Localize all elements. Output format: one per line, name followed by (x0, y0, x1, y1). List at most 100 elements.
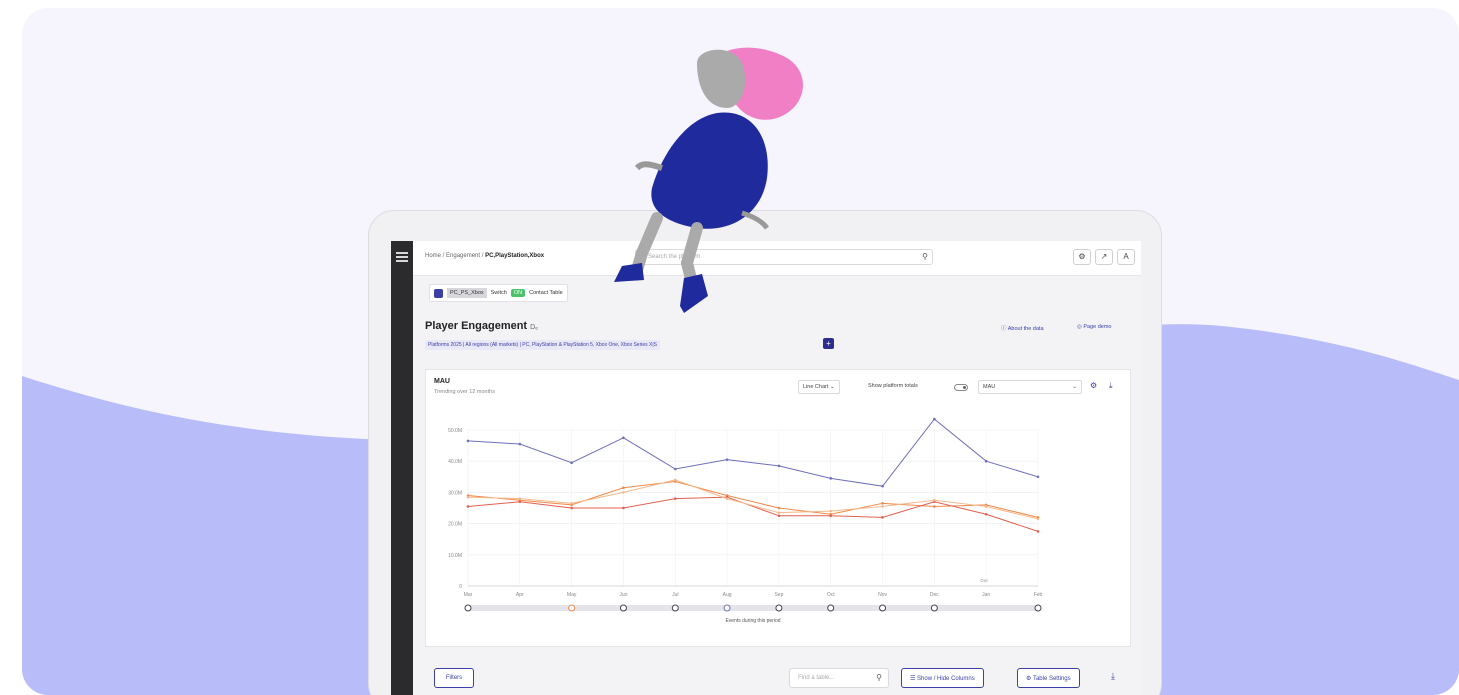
data-point (466, 505, 470, 508)
search-icon[interactable]: ⚲ (876, 673, 882, 682)
tab-name[interactable]: PC_PS_Xbox (447, 288, 487, 298)
data-point (881, 505, 884, 508)
data-point (725, 458, 729, 461)
data-point (570, 461, 573, 465)
event-marker (1034, 604, 1042, 612)
page-tabs: PC_PS_Xbox Switch ON Contact Table (429, 284, 568, 302)
add-filter-button[interactable]: + (823, 338, 834, 349)
data-point (622, 491, 625, 494)
data-point (933, 498, 936, 502)
y-tick-label: 40.0M (448, 459, 462, 465)
data-point (1036, 530, 1040, 533)
series-line (467, 479, 1039, 520)
data-point (570, 506, 573, 510)
data-point (777, 514, 781, 518)
switch-label: Switch (490, 290, 507, 296)
table-toolbar: Filters Find a table... ⚲ ☰ Show / Hide … (425, 657, 1131, 695)
event-marker (568, 604, 576, 612)
contact-table-link[interactable]: Contact Table (529, 290, 563, 296)
data-point (466, 439, 470, 443)
switch-toggle[interactable]: ON (510, 289, 526, 297)
event-marker (930, 604, 938, 612)
find-table-input[interactable]: Find a table... ⚲ (789, 668, 889, 688)
data-point (829, 477, 833, 480)
series-line (467, 480, 1039, 518)
data-point (933, 505, 936, 508)
breadcrumb-home[interactable]: Home (425, 253, 441, 259)
line-chart: 0 10.0M 20.0M 30.0M 40.0M 50.0M Mar Apr May Jun Ju… (448, 417, 1043, 624)
event-marker (671, 604, 679, 612)
event-marker (879, 604, 887, 612)
breadcrumb-current: PC,PlayStation,Xbox (485, 253, 545, 259)
x-tick-label: Feb (1034, 592, 1043, 598)
data-point (984, 512, 988, 516)
data-point (518, 442, 522, 446)
data-point (622, 486, 625, 490)
event-marker (619, 604, 627, 612)
x-tick-label: Apr (516, 592, 524, 598)
data-point (673, 497, 677, 500)
data-point (829, 514, 833, 518)
series-line (467, 418, 1039, 487)
search-icon[interactable]: ⚲ (922, 252, 928, 261)
data-point (777, 511, 781, 514)
data-point (881, 484, 884, 488)
data-point (984, 505, 988, 508)
y-tick-label: 20.0M (448, 522, 462, 528)
table-settings-label: Table Settings (1032, 676, 1071, 682)
table-settings-button[interactable]: ⚙ Table Settings (1017, 668, 1080, 688)
data-point (622, 506, 625, 510)
x-tick-label: Oct (827, 592, 835, 598)
x-tick-label: Jul (672, 592, 678, 598)
data-point (881, 516, 884, 519)
show-hide-columns-label: Show / Hide Columns (917, 676, 975, 682)
annotation-label: Dec (980, 578, 989, 583)
data-point (673, 478, 677, 482)
font-icon[interactable]: A (1117, 249, 1135, 265)
y-tick-label: 30.0M (448, 490, 462, 496)
about-data-label: About the data (1007, 326, 1044, 332)
data-point (1036, 517, 1040, 521)
data-point (1036, 475, 1040, 479)
show-hide-columns-button[interactable]: ☰ Show / Hide Columns (901, 668, 984, 688)
data-point (518, 497, 522, 500)
x-tick-label: Aug (723, 592, 732, 598)
sidebar (391, 241, 413, 695)
find-table-placeholder: Find a table... (798, 675, 835, 681)
data-point (673, 467, 677, 471)
page-demo-label: Page demo (1083, 324, 1112, 330)
filters-button[interactable]: Filters (434, 668, 474, 688)
settings-icon[interactable]: ⚙ (1073, 249, 1091, 265)
chart-card: MAU Trending over 12 months Line Chart ⌄… (425, 369, 1131, 647)
page-title: Player Engagement Dₑ (425, 320, 538, 332)
data-point (984, 459, 988, 463)
y-tick-label: 50.0M (448, 428, 462, 434)
data-point (725, 497, 729, 500)
x-tick-label: Sep (774, 592, 783, 598)
x-tick-label: Nov (878, 592, 887, 598)
share-icon[interactable]: ↗ (1095, 249, 1113, 265)
breadcrumb-section[interactable]: Engagement (446, 253, 480, 259)
breadcrumb: Home / Engagement / PC,PlayStation,Xbox (425, 253, 545, 259)
x-tick-label: Dec (930, 592, 939, 598)
x-tick-label: Jun (619, 592, 627, 598)
event-marker (775, 604, 783, 612)
download-icon[interactable]: ⤓ (1111, 671, 1115, 682)
event-marker (723, 604, 731, 612)
menu-icon[interactable] (396, 252, 408, 262)
page-title-suffix: Dₑ (530, 324, 538, 331)
data-point (881, 502, 884, 505)
hero-card: Home / Engagement / PC,PlayStation,Xbox … (22, 8, 1459, 695)
x-tick-label: Jan (982, 592, 990, 598)
data-point (933, 417, 936, 421)
page-demo-link[interactable]: ◎ Page demo (1077, 324, 1111, 330)
data-point (777, 506, 781, 510)
x-tick-label: May (567, 592, 577, 598)
about-data-link[interactable]: ⓘ About the data (1001, 324, 1044, 332)
y-tick-label: 10.0M (448, 553, 462, 559)
page-icon (434, 288, 443, 298)
data-point (829, 509, 833, 513)
data-point (518, 500, 522, 504)
x-tick-label: Mar (464, 592, 473, 598)
filter-summary[interactable]: Platforms 2025 | All regions (All market… (425, 340, 660, 350)
